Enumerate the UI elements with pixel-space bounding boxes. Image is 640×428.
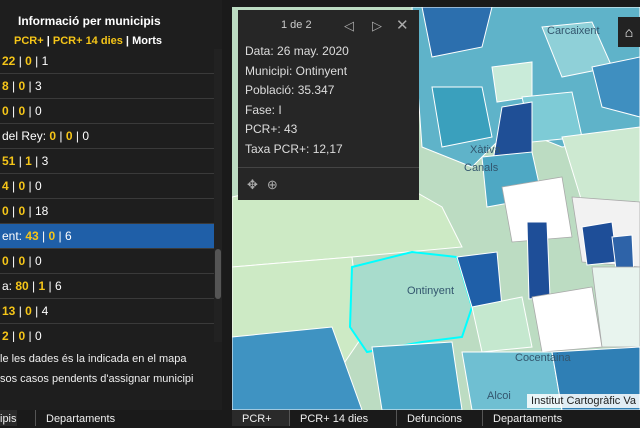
map-label: Carcaixent [547, 25, 600, 37]
scrollbar-thumb[interactable] [215, 249, 221, 299]
map-attribution: Institut Cartogràfic Va [527, 394, 640, 408]
municipality-list[interactable]: 22 | 0 | 18 | 0 | 30 | 0 | 0 del Rey: 0 |… [0, 49, 214, 342]
tab-pcr[interactable]: PCR+ [232, 410, 290, 426]
pcr-value: 2 [2, 329, 9, 342]
pcr-value: 0 [2, 254, 9, 268]
list-item[interactable]: 2 | 0 | 0 [0, 324, 214, 342]
pcr14-value: 0 [65, 129, 73, 143]
map-label: Alcoi [487, 390, 511, 402]
legend-pcr14: PCR+ 14 dies [52, 35, 123, 47]
popup-field: Taxa PCR+: 12,17 [245, 141, 343, 156]
list-item[interactable]: 4 | 0 | 0 [0, 174, 214, 199]
pcr-value: 13 [2, 304, 16, 318]
next-icon[interactable]: ▷ [372, 18, 382, 34]
note-line-1: le les dades és la indicada en el mapa [0, 353, 187, 365]
zoom-to-icon[interactable]: ⊕ [267, 177, 278, 193]
morts-value: 4 [41, 304, 49, 318]
list-item[interactable]: 51 | 1 | 3 [0, 149, 214, 174]
pcr-value: 80 [15, 279, 29, 293]
list-item[interactable]: 0 | 0 | 0 [0, 99, 214, 124]
popup-field: Data: 26 may. 2020 [245, 44, 349, 58]
morts-value: 0 [34, 179, 42, 193]
list-item[interactable]: 8 | 0 | 3 [0, 74, 214, 99]
list-item[interactable]: ent: 43 | 0 | 6 [0, 224, 214, 249]
list-item[interactable]: 22 | 0 | 1 [0, 49, 214, 74]
morts-value: 0 [34, 104, 42, 118]
municipal-info-panel: Informació per municipis PCR+ | PCR+ 14 … [0, 0, 222, 410]
morts-value: 3 [41, 154, 49, 168]
right-tabs: PCR+ PCR+ 14 dies Defuncions Departament… [232, 410, 640, 426]
list-item[interactable]: del Rey: 0 | 0 | 0 [0, 124, 214, 149]
popup-field: Població: 35.347 [245, 83, 335, 97]
tab-departaments-right[interactable]: Departaments [482, 410, 562, 426]
map-label: Cocentaina [515, 352, 571, 364]
pcr14-value: 0 [25, 304, 32, 318]
tab-municipis[interactable]: ipis [0, 410, 17, 426]
morts-value: 3 [34, 79, 42, 93]
map-label: Canals [464, 162, 499, 174]
popup-field: PCR+: 43 [245, 122, 298, 136]
list-item[interactable]: 0 | 0 | 18 [0, 199, 214, 224]
popup-content: Data: 26 may. 2020 Municipi: Ontinyent Pob… [238, 40, 419, 159]
list-item[interactable]: 13 | 0 | 4 [0, 299, 214, 324]
list-item[interactable]: a: 80 | 1 | 6 [0, 274, 214, 299]
morts-value: 1 [41, 54, 49, 68]
previous-icon[interactable]: ◁ [344, 18, 354, 34]
map-label: Xàtiva [470, 144, 501, 156]
panel-title: Informació per municipis [18, 14, 161, 28]
popup-page-indicator: 1 de 2 [281, 19, 312, 31]
morts-value: 18 [34, 204, 49, 218]
map-label: Ontinyent [407, 285, 455, 297]
legend: PCR+ | PCR+ 14 dies | Morts [14, 35, 163, 47]
popup-actions: ✥ ⊕ [238, 167, 419, 201]
home-icon: ⌂ [624, 24, 634, 40]
morts-value: 6 [54, 279, 62, 293]
popup-field: Municipi: Ontinyent [245, 63, 348, 78]
list-scrollbar[interactable] [214, 49, 222, 342]
morts-value: 0 [34, 254, 42, 268]
left-tabs: ipis Departaments [0, 410, 222, 426]
legend-morts: Morts [132, 35, 163, 47]
tab-defuncions[interactable]: Defuncions [396, 410, 462, 426]
close-icon[interactable]: ✕ [396, 16, 409, 34]
morts-value: 0 [82, 129, 90, 143]
pcr-value: 0 [2, 204, 9, 218]
morts-value: 0 [34, 329, 42, 342]
pcr-value: 0 [2, 104, 9, 118]
municipality-name: ent: [2, 229, 26, 243]
tab-pcr-14-dies[interactable]: PCR+ 14 dies [289, 410, 368, 426]
home-button[interactable]: ⌂ [618, 17, 640, 47]
morts-value: 6 [65, 229, 72, 243]
list-item[interactable]: 0 | 0 | 0 [0, 249, 214, 274]
municipality-name: del Rey: [2, 129, 50, 143]
pcr-value: 51 [2, 154, 16, 168]
popup-field: Fase: I [245, 102, 282, 117]
pcr14-value: 0 [25, 54, 32, 68]
tab-departaments-left[interactable]: Departaments [35, 410, 115, 426]
pcr-value: 43 [25, 229, 39, 243]
feature-popup: 1 de 2 ◁ ▷ ✕ Data: 26 may. 2020 Municipi:… [238, 10, 419, 200]
move-icon[interactable]: ✥ [247, 177, 258, 193]
legend-pcr: PCR+ [14, 35, 44, 47]
pcr-value: 8 [2, 79, 9, 93]
pcr-value: 4 [2, 179, 9, 193]
municipality-name: a: [2, 279, 16, 293]
pcr14-value: 1 [25, 154, 32, 168]
pcr-value: 22 [2, 54, 16, 68]
note-line-2: sos casos pendents d'assignar municipi [0, 373, 194, 385]
